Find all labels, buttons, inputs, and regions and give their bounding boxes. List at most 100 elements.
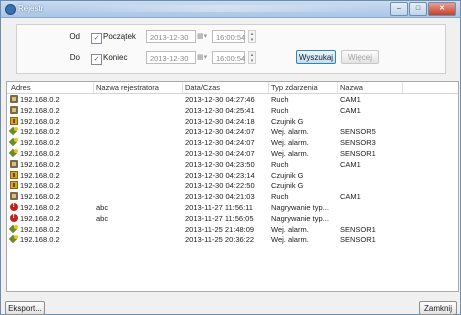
cell-event-type: Ruch: [271, 105, 289, 115]
title-bar[interactable]: Rejestr – □ ✕: [1, 1, 460, 18]
filter-panel: Od ✓ Początek 2013-12-30 ▦▾ 16:00:54 ▴ ▾ …: [16, 24, 446, 74]
minimize-button[interactable]: –: [390, 2, 408, 16]
sensor-icon: [10, 170, 18, 179]
cell-datetime: 2013-12-30 04:23:50: [185, 159, 255, 169]
table-row[interactable]: 192.168.0.2 2013-12-30 04:24:07 Wej. alarm…: [7, 137, 458, 148]
sensor-icon: [10, 181, 18, 190]
table-row[interactable]: 192.168.0.2 2013-12-30 04:27:46 Ruch CAM1: [7, 94, 458, 105]
end-checkbox[interactable]: ✓: [91, 54, 102, 65]
from-time-spinner[interactable]: ▴ ▾: [248, 30, 256, 43]
cell-event-type: Czujnik G: [271, 181, 304, 191]
to-time-field[interactable]: 16:00:54: [212, 51, 245, 64]
cell-datetime: 2013-12-30 04:24:07: [185, 138, 255, 148]
start-checkbox-label: Początek: [103, 32, 136, 41]
footer-bar: Eksport... Zamknij: [1, 291, 460, 315]
cell-recorder: abc: [96, 202, 109, 212]
cell-event-type: Wej. alarm.: [271, 148, 309, 158]
cell-datetime: 2013-11-27 11:56:05: [185, 213, 254, 223]
cell-event-type: Ruch: [271, 159, 289, 169]
col-event-type-header[interactable]: Typ zdarzenia: [271, 83, 318, 92]
export-button[interactable]: Eksport...: [5, 301, 45, 315]
cell-event-type: Nagrywanie typ...: [271, 202, 329, 212]
start-checkbox[interactable]: ✓: [91, 33, 102, 44]
cell-address: 192.168.0.2: [20, 105, 60, 115]
table-row[interactable]: 192.168.0.2 2013-12-30 04:23:50 Ruch CAM1: [7, 159, 458, 170]
col-recorder-header[interactable]: Nazwa rejestratora: [96, 83, 159, 92]
col-name-header[interactable]: Nazwa: [340, 83, 363, 92]
event-table: Adres Nazwa rejestratora Data/Czas Typ z…: [6, 81, 459, 292]
recording-error-icon: [10, 213, 18, 222]
cell-address: 192.168.0.2: [20, 192, 60, 202]
cell-datetime: 2013-12-30 04:21:03: [185, 192, 255, 202]
cell-address: 192.168.0.2: [20, 170, 60, 180]
table-row[interactable]: 192.168.0.2 abc 2013-11-27 11:56:05 Nagrywa…: [7, 213, 458, 224]
cell-name: CAM1: [340, 192, 361, 202]
cell-datetime: 2013-11-27 11:56:11: [185, 202, 253, 212]
cell-event-type: Wej. alarm.: [271, 224, 309, 234]
cell-address: 192.168.0.2: [20, 116, 60, 126]
table-row[interactable]: 192.168.0.2 2013-11-25 20:36:22 Wej. alarm…: [7, 234, 458, 245]
cell-address: 192.168.0.2: [20, 159, 60, 169]
cell-address: 192.168.0.2: [20, 138, 60, 148]
app-icon: [5, 4, 16, 15]
cell-event-type: Czujnik G: [271, 170, 304, 180]
cell-address: 192.168.0.2: [20, 148, 60, 158]
cell-datetime: 2013-12-30 04:24:07: [185, 127, 255, 137]
end-checkbox-label: Koniec: [103, 53, 128, 62]
cell-address: 192.168.0.2: [20, 213, 60, 223]
cell-address: 192.168.0.2: [20, 224, 60, 234]
cell-datetime: 2013-12-30 04:24:07: [185, 148, 255, 158]
maximize-button[interactable]: □: [409, 2, 427, 16]
alarm-input-icon: [10, 138, 18, 146]
cell-datetime: 2013-11-25 20:36:22: [185, 235, 255, 245]
cell-datetime: 2013-12-30 04:27:46: [185, 95, 255, 104]
title-bar-blur: [71, 5, 371, 12]
more-button[interactable]: Więcej: [341, 50, 379, 64]
from-calendar-icon[interactable]: ▦▾: [197, 31, 207, 42]
alarm-input-icon: [10, 127, 18, 135]
table-row[interactable]: 192.168.0.2 2013-12-30 04:21:03 Ruch CAM1: [7, 191, 458, 202]
motion-icon: [10, 105, 18, 114]
table-row[interactable]: 192.168.0.2 2013-11-25 21:48:09 Wej. alarm…: [7, 224, 458, 235]
table-row[interactable]: 192.168.0.2 2013-12-30 04:24:18 Czujnik G: [7, 116, 458, 127]
cell-event-type: Wej. alarm.: [271, 138, 309, 148]
cell-name: SENSOR1: [340, 148, 376, 158]
table-header: Adres Nazwa rejestratora Data/Czas Typ z…: [7, 82, 458, 94]
table-row[interactable]: 192.168.0.2 2013-12-30 04:25:41 Ruch CAM1: [7, 105, 458, 116]
close-window-button[interactable]: ✕: [428, 2, 456, 16]
cell-address: 192.168.0.2: [20, 127, 60, 137]
cell-datetime: 2013-12-30 04:25:41: [185, 105, 255, 115]
col-datetime-header[interactable]: Data/Czas: [185, 83, 220, 92]
from-date-field[interactable]: 2013-12-30: [146, 30, 196, 43]
cell-name: SENSOR3: [340, 138, 376, 148]
recording-error-icon: [10, 202, 18, 211]
cell-datetime: 2013-12-30 04:23:14: [185, 170, 255, 180]
cell-datetime: 2013-12-30 04:22:50: [185, 181, 255, 191]
cell-name: CAM1: [340, 95, 361, 104]
table-row[interactable]: 192.168.0.2 2013-12-30 04:24:07 Wej. alarm…: [7, 148, 458, 159]
search-button[interactable]: Wyszukaj: [296, 50, 336, 64]
cell-event-type: Ruch: [271, 192, 289, 202]
cell-event-type: Ruch: [271, 95, 289, 104]
alarm-input-icon: [10, 148, 18, 157]
to-label: Do: [69, 53, 80, 62]
cell-datetime: 2013-11-25 21:48:09: [185, 224, 255, 234]
cell-event-type: Nagrywanie typ...: [271, 213, 329, 223]
cell-event-type: Czujnik G: [271, 116, 304, 126]
col-address-header[interactable]: Adres: [11, 83, 31, 92]
cell-name: CAM1: [340, 159, 361, 169]
cell-event-type: Wej. alarm.: [271, 235, 309, 245]
cell-event-type: Wej. alarm.: [271, 127, 309, 137]
table-row[interactable]: 192.168.0.2 2013-12-30 04:24:07 Wej. alarm…: [7, 126, 458, 137]
alarm-input-icon: [10, 235, 18, 243]
table-row[interactable]: 192.168.0.2 2013-12-30 04:23:14 Czujnik G: [7, 170, 458, 181]
to-calendar-icon[interactable]: ▦▾: [197, 52, 207, 63]
to-time-spinner[interactable]: ▴ ▾: [248, 51, 256, 64]
cell-address: 192.168.0.2: [20, 202, 60, 212]
close-button[interactable]: Zamknij: [419, 301, 457, 315]
to-date-field[interactable]: 2013-12-30: [146, 51, 196, 64]
table-row[interactable]: 192.168.0.2 abc 2013-11-27 11:56:11 Nagrywa…: [7, 202, 458, 213]
from-time-field[interactable]: 16:00:54: [212, 30, 245, 43]
cell-recorder: abc: [96, 213, 109, 223]
table-row[interactable]: 192.168.0.2 2013-12-30 04:22:50 Czujnik G: [7, 180, 458, 191]
